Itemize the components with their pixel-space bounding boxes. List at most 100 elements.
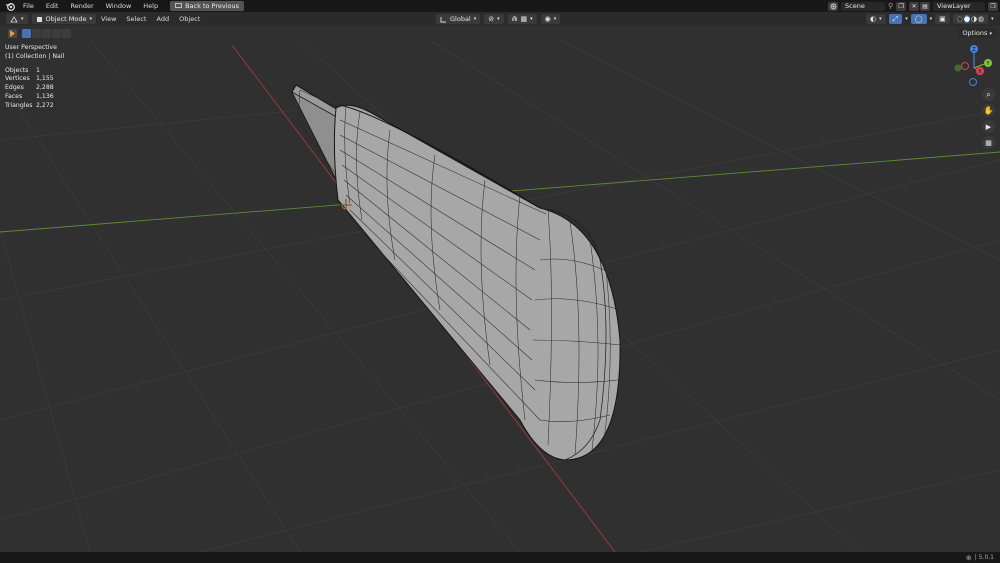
perspective-label: User Perspective [5, 44, 57, 51]
shading-modes: ◌ ● ◑ ◍ [952, 14, 989, 24]
menu-view[interactable]: View [96, 15, 121, 23]
mode-dropdown[interactable]: Object Mode ▾ [31, 14, 96, 24]
collection-label: (1) Collection | Nail [5, 52, 65, 60]
gizmo-neg-y-button[interactable] [954, 64, 962, 72]
menu-edit[interactable]: Edit [40, 2, 65, 10]
new-viewlayer-icon[interactable]: ❐ [988, 1, 998, 11]
options-dropdown[interactable]: Options ▾ [958, 28, 996, 38]
perspective-toggle-button[interactable]: ▦ [982, 136, 995, 149]
menu-render[interactable]: Render [64, 2, 99, 10]
stat-value: 2,288 [36, 84, 54, 92]
transform-orientation-dropdown[interactable]: Global ▾ [436, 14, 481, 24]
overlays-icon: ◯ [914, 15, 923, 23]
chevron-down-icon[interactable]: ▾ [905, 16, 908, 22]
gizmo-x-label: X [978, 69, 982, 75]
back-to-previous-label: Back to Previous [185, 2, 240, 10]
snap-grid-icon: ▦ [520, 15, 528, 23]
chevron-down-icon: ▾ [879, 16, 882, 22]
viewport-header: ▾ Object Mode ▾ View Select Add Object G… [0, 12, 1000, 26]
gizmo-toggle[interactable]: ⤢ [888, 14, 903, 24]
proportional-edit-dropdown[interactable]: ◉ ▾ [540, 14, 561, 24]
gizmo-z-label: Z [972, 47, 976, 53]
xray-toggle[interactable]: ▣ [935, 14, 950, 24]
stat-value: 1 [36, 66, 40, 74]
menu-object[interactable]: Object [174, 15, 205, 23]
stat-label: Objects [5, 66, 29, 74]
top-bar: File Edit Render Window Help Back to Pre… [0, 0, 1000, 12]
pan-button[interactable]: ✋ [982, 104, 995, 117]
chevron-down-icon: ▾ [530, 16, 533, 22]
camera-view-button[interactable]: ▶ [982, 120, 995, 133]
mode-label: Object Mode [45, 15, 87, 23]
globe-icon: ⊕ [965, 553, 972, 562]
tool-settings-row: Options ▾ [0, 27, 1000, 39]
link-icon: ⊘ [488, 15, 495, 23]
navigation-gizmo[interactable]: Z Y X [954, 45, 993, 86]
zoom-icon: ⌕ [986, 89, 991, 99]
eye-icon: ◐ [870, 15, 877, 23]
stat-label: Edges [5, 84, 24, 92]
blender-logo-icon[interactable] [3, 0, 17, 12]
menu-help[interactable]: Help [137, 2, 164, 10]
menu-select[interactable]: Select [121, 15, 151, 23]
select-subtract-icon[interactable] [42, 28, 51, 38]
pin-icon[interactable]: ⚲ [888, 2, 893, 10]
material-shading-icon[interactable]: ◑ [971, 15, 977, 23]
back-to-previous-button[interactable]: Back to Previous [170, 1, 245, 11]
gizmo-neg-x-button[interactable] [961, 62, 969, 70]
proportional-edit-icon: ◉ [544, 15, 551, 23]
viewlayer-name-field[interactable]: ViewLayer [933, 1, 985, 11]
select-intersect-icon[interactable] [62, 28, 71, 38]
scene-icon[interactable] [828, 1, 838, 11]
viewport-info-overlay: User Perspective (1) Collection | Nail O… [5, 44, 64, 111]
scene-name: Scene [845, 2, 865, 10]
scene-statistics: Objects 1 Vertices 1,155 Edges 2,288 Fac… [5, 67, 64, 111]
wireframe-shading-icon[interactable]: ◌ [957, 15, 963, 23]
active-tool-icon[interactable] [8, 28, 17, 38]
camera-icon: ▶ [985, 122, 992, 131]
snap-dropdown[interactable]: ⋒ ▦ ▾ [507, 14, 537, 24]
rendered-shading-icon[interactable]: ◍ [978, 15, 984, 23]
chevron-down-icon: ▾ [473, 16, 477, 22]
stat-value: 1,155 [36, 75, 54, 83]
gizmo-neg-z-button[interactable] [969, 78, 977, 86]
orientation-label: Global [450, 15, 471, 23]
menu-add[interactable]: Add [151, 15, 174, 23]
pivot-dropdown[interactable]: ⊘ ▾ [484, 14, 504, 24]
visibility-dropdown[interactable]: ◐ ▾ [866, 14, 886, 24]
stat-label: Vertices [5, 75, 30, 83]
status-bar: ⊕ | 5.0.1 [0, 552, 1000, 563]
scene-selector: Scene ⚲ ❐ ✕ [828, 1, 920, 11]
stat-label: Faces [5, 92, 23, 100]
chevron-down-icon: ▾ [553, 16, 557, 22]
chevron-down-icon[interactable]: ▾ [991, 16, 994, 22]
delete-scene-icon[interactable]: ✕ [909, 1, 920, 11]
viewlayer-icon[interactable]: ▤ [920, 1, 930, 11]
select-extend-icon[interactable] [32, 28, 41, 38]
options-label: Options [962, 29, 988, 37]
viewport-3d[interactable]: Z Y X [0, 39, 1000, 552]
object-mode-icon [36, 16, 42, 22]
scene-name-field[interactable]: Scene [841, 1, 885, 11]
overlays-toggle[interactable]: ◯ [910, 14, 927, 24]
stat-label: Triangles [5, 101, 33, 109]
editor-type-dropdown[interactable]: ▾ [6, 14, 28, 24]
new-scene-icon[interactable]: ❐ [896, 1, 907, 11]
select-new-icon[interactable] [22, 28, 31, 38]
menu-window[interactable]: Window [100, 2, 138, 10]
viewlayer-name: ViewLayer [937, 2, 971, 10]
chevron-down-icon: ▾ [989, 31, 992, 37]
select-invert-icon[interactable] [52, 28, 61, 38]
zoom-button[interactable]: ⌕ [982, 88, 995, 101]
magnet-icon: ⋒ [511, 15, 518, 23]
stat-value: 2,272 [36, 101, 54, 109]
viewport-display-tools: ◐ ▾ ⤢ ▾ ◯ ▾ ▣ ◌ ● ◑ ◍ ▾ [866, 14, 994, 24]
chevron-down-icon[interactable]: ▾ [930, 16, 933, 22]
nail-mesh[interactable] [291, 84, 622, 461]
grid-perspective-icon: ▦ [985, 138, 992, 147]
chevron-down-icon: ▾ [21, 16, 24, 22]
solid-shading-icon[interactable]: ● [963, 15, 970, 23]
viewport-editor-icon [10, 15, 18, 22]
menu-file[interactable]: File [17, 2, 40, 10]
viewlayer-selector: ▤ ViewLayer ❐ ✕ [920, 1, 1000, 11]
